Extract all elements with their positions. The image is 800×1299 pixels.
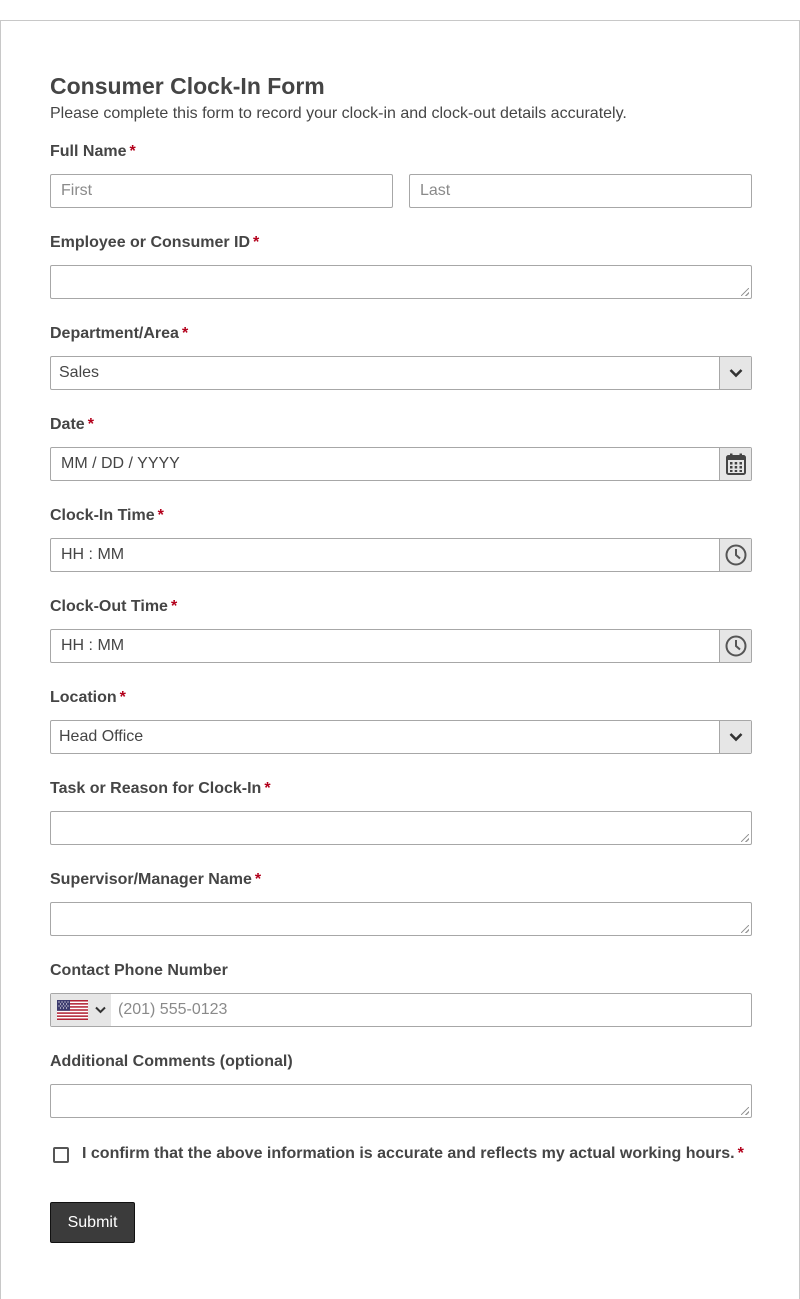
last-name-input[interactable]: Last xyxy=(409,174,752,208)
first-name-input[interactable]: First xyxy=(50,174,393,208)
dropdown-toggle[interactable] xyxy=(719,721,751,753)
required-marker: * xyxy=(129,143,136,160)
chevron-down-icon xyxy=(729,733,742,742)
date-picker-button[interactable] xyxy=(719,448,751,480)
confirm-checkbox[interactable] xyxy=(53,1147,69,1163)
required-marker: * xyxy=(119,689,126,706)
task-label: Task or Reason for Clock-In * xyxy=(50,780,271,797)
required-marker: * xyxy=(170,598,178,615)
required-marker: * xyxy=(737,1145,744,1162)
location-select[interactable]: Head Office xyxy=(50,720,752,754)
required-marker: * xyxy=(157,507,164,524)
phone-input[interactable]: (201) 555-0123 xyxy=(50,993,752,1027)
phone-label: Contact Phone Number xyxy=(50,962,228,979)
full-name-label: Full Name * xyxy=(50,143,136,160)
resize-handle[interactable] xyxy=(741,288,749,296)
country-selector[interactable] xyxy=(51,994,111,1026)
comments-textarea[interactable] xyxy=(50,1084,752,1118)
required-marker: * xyxy=(87,416,94,433)
time-picker-button[interactable] xyxy=(719,630,751,662)
department-label: Department/Area * xyxy=(50,325,189,342)
department-select[interactable]: Sales xyxy=(50,356,752,390)
date-label: Date * xyxy=(50,416,94,433)
task-textarea[interactable] xyxy=(50,811,752,845)
employee-id-label: Employee or Consumer ID * xyxy=(50,234,260,251)
clock-out-input[interactable]: HH : MM xyxy=(50,629,752,663)
supervisor-textarea[interactable] xyxy=(50,902,752,936)
required-marker: * xyxy=(253,234,260,251)
required-marker: * xyxy=(181,325,189,342)
us-flag-icon xyxy=(57,1000,88,1020)
clock-in-label: Clock-In Time * xyxy=(50,507,164,524)
required-marker: * xyxy=(264,780,271,797)
clock-icon xyxy=(725,635,746,657)
location-label: Location * xyxy=(50,689,126,706)
employee-id-textarea[interactable] xyxy=(50,265,752,299)
resize-handle[interactable] xyxy=(741,925,749,933)
date-input[interactable]: MM / DD / YYYY xyxy=(50,447,752,481)
confirm-label[interactable]: I confirm that the above information is … xyxy=(82,1145,744,1163)
time-picker-button[interactable] xyxy=(719,539,751,571)
chevron-down-icon xyxy=(729,369,742,378)
required-marker: * xyxy=(254,871,262,888)
chevron-down-icon xyxy=(95,1006,106,1014)
clock-out-label: Clock-Out Time * xyxy=(50,598,178,615)
resize-handle[interactable] xyxy=(741,1107,749,1115)
comments-label: Additional Comments (optional) xyxy=(50,1053,293,1070)
form-subtitle: Please complete this form to record your… xyxy=(50,105,627,122)
form-container: Consumer Clock-In Form Please complete t… xyxy=(0,20,800,1299)
phone-number-field[interactable]: (201) 555-0123 xyxy=(118,994,227,1026)
submit-button[interactable]: Submit xyxy=(50,1202,135,1243)
form-title: Consumer Clock-In Form xyxy=(50,73,325,99)
resize-handle[interactable] xyxy=(741,834,749,842)
calendar-icon xyxy=(725,453,746,475)
supervisor-label: Supervisor/Manager Name * xyxy=(50,871,262,888)
dropdown-toggle[interactable] xyxy=(719,357,751,389)
clock-in-input[interactable]: HH : MM xyxy=(50,538,752,572)
clock-icon xyxy=(725,544,746,566)
